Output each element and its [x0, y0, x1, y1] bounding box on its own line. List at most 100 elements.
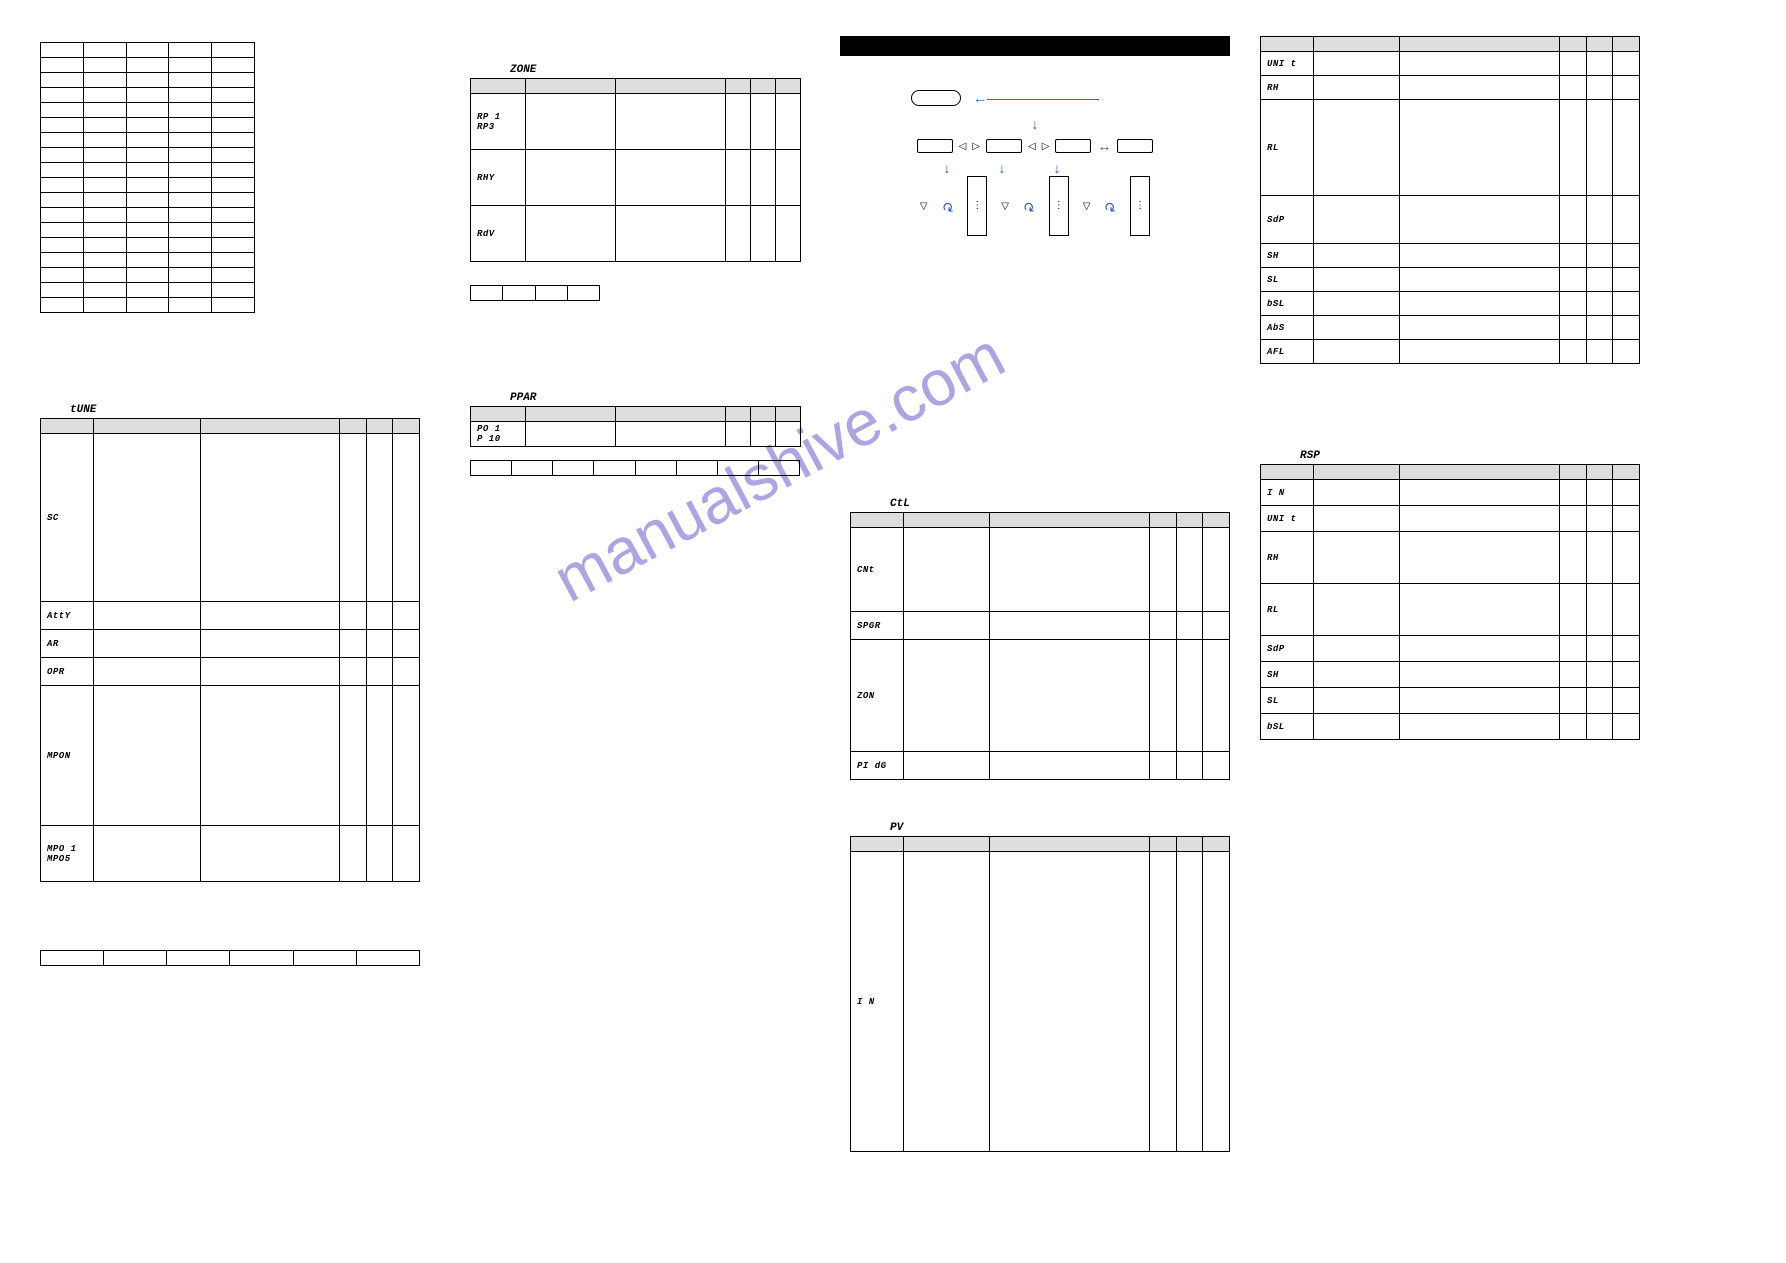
cell — [126, 118, 169, 133]
cell — [212, 163, 255, 178]
cell — [1613, 506, 1640, 532]
cell — [1203, 852, 1230, 1152]
pv-table: I N — [850, 836, 1230, 1152]
cell — [1176, 752, 1203, 780]
cell — [1559, 340, 1586, 364]
cell — [94, 630, 201, 658]
cell — [1586, 714, 1613, 740]
cell — [1399, 100, 1559, 196]
cell — [1559, 100, 1586, 196]
cell — [1149, 640, 1176, 752]
cell — [1586, 532, 1613, 584]
cell — [41, 43, 84, 58]
cell — [41, 223, 84, 238]
param-code: RP 1 RP3 — [471, 94, 526, 150]
cell — [1586, 244, 1613, 268]
arrow-down-icon: ↓ — [1032, 116, 1039, 132]
header-cell — [1176, 513, 1203, 528]
cell — [1399, 52, 1559, 76]
cell — [126, 148, 169, 163]
cell — [1399, 506, 1559, 532]
cell — [212, 223, 255, 238]
tune-strip — [40, 950, 420, 966]
cell — [1399, 584, 1559, 636]
cell — [1613, 292, 1640, 316]
cell — [393, 602, 420, 630]
cell — [1314, 244, 1399, 268]
cell — [503, 286, 535, 301]
header-cell — [751, 407, 776, 422]
caption-pv: PV — [890, 822, 903, 834]
dots-icon: ⋮ — [1054, 203, 1064, 209]
flow-col: ⋮ — [1049, 176, 1069, 236]
cell — [1613, 316, 1640, 340]
cell — [1586, 506, 1613, 532]
cell — [83, 268, 126, 283]
cell — [1203, 640, 1230, 752]
cell — [201, 658, 340, 686]
cell — [41, 951, 104, 966]
cell — [1314, 636, 1399, 662]
cell — [41, 283, 84, 298]
cell — [1203, 752, 1230, 780]
cell — [1399, 636, 1559, 662]
cell — [83, 298, 126, 313]
cell — [1399, 714, 1559, 740]
cell — [1399, 268, 1559, 292]
cell — [1314, 662, 1399, 688]
cell — [126, 133, 169, 148]
cell — [1613, 76, 1640, 100]
param-code: SH — [1261, 662, 1314, 688]
cell — [83, 208, 126, 223]
cell — [526, 422, 616, 447]
cell — [339, 686, 366, 826]
param-code: I N — [851, 852, 904, 1152]
header-cell — [776, 407, 801, 422]
param-code: SPGR — [851, 612, 904, 640]
zone-table: RP 1 RP3 RHY RdV — [470, 78, 801, 262]
header-cell — [1149, 837, 1176, 852]
cell — [758, 461, 799, 476]
cell — [1613, 584, 1640, 636]
param-code: SH — [1261, 244, 1314, 268]
header-cell — [1261, 37, 1314, 52]
cell — [989, 612, 1149, 640]
cell — [1314, 340, 1399, 364]
cell — [83, 163, 126, 178]
cell — [212, 283, 255, 298]
header-cell — [1176, 837, 1203, 852]
cell — [1314, 688, 1399, 714]
cell — [535, 286, 567, 301]
cell — [1613, 268, 1640, 292]
cell — [1586, 268, 1613, 292]
cell — [1399, 532, 1559, 584]
cell — [751, 94, 776, 150]
cell — [776, 94, 801, 150]
cell — [366, 434, 393, 602]
cell — [169, 178, 212, 193]
cell — [1314, 532, 1399, 584]
cell — [212, 58, 255, 73]
cell — [339, 826, 366, 882]
param-code: UNI t — [1261, 506, 1314, 532]
header-cell — [526, 79, 616, 94]
tune-table: SC AttY AR OPR MPON MPO 1MPO5 — [40, 418, 420, 882]
cell — [83, 103, 126, 118]
cell — [471, 286, 503, 301]
cell — [1399, 76, 1559, 100]
arrow-down-icon: ↓ — [1054, 160, 1061, 176]
cell — [83, 178, 126, 193]
param-code: CNt — [851, 528, 904, 612]
cell — [1399, 292, 1559, 316]
cell — [41, 268, 84, 283]
cell — [1586, 688, 1613, 714]
param-code: I N — [1261, 480, 1314, 506]
header-cell — [1559, 37, 1586, 52]
cell — [1399, 688, 1559, 714]
cell — [94, 826, 201, 882]
cell — [1314, 316, 1399, 340]
cell — [83, 118, 126, 133]
cell — [41, 88, 84, 103]
cell — [126, 283, 169, 298]
caption-ctl: CtL — [890, 498, 910, 510]
